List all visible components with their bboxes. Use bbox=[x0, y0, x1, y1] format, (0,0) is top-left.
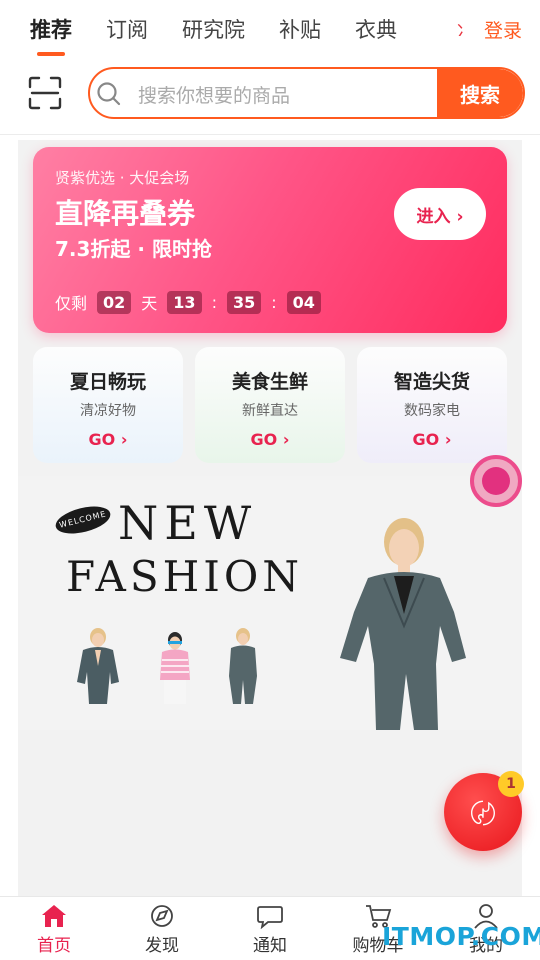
fashion-banner[interactable]: WELCOME NEW FASHION bbox=[18, 476, 522, 730]
nav-home[interactable]: 首页 bbox=[19, 903, 89, 956]
card-title: 夏日畅玩 bbox=[69, 371, 146, 393]
tab-overflow-peek: 冫 bbox=[456, 18, 464, 36]
countdown-separator: : bbox=[271, 292, 277, 312]
model-figure-pink-top bbox=[160, 632, 190, 704]
tab-subsidy[interactable]: 补贴 bbox=[279, 14, 321, 44]
tab-institute[interactable]: 研究院 bbox=[182, 14, 245, 44]
promo-title: 直降再叠券 bbox=[55, 197, 196, 230]
countdown-label: 仅剩 bbox=[55, 294, 88, 313]
tab-recommend[interactable]: 推荐 bbox=[30, 14, 72, 44]
search-icon bbox=[97, 82, 121, 106]
tab-subscribe[interactable]: 订阅 bbox=[106, 14, 148, 44]
search-button[interactable]: 搜索 bbox=[437, 69, 523, 117]
welcome-badge: WELCOME bbox=[52, 501, 114, 539]
countdown-days: 02 bbox=[97, 290, 132, 314]
nav-notifications[interactable]: 通知 bbox=[235, 903, 305, 956]
countdown-day-unit: 天 bbox=[141, 294, 158, 313]
category-card-tech[interactable]: 智造尖货 数码家电 GO › bbox=[357, 347, 507, 463]
card-go-link[interactable]: GO › bbox=[195, 430, 345, 449]
card-go-link[interactable]: GO › bbox=[33, 430, 183, 449]
chat-icon: 〄 bbox=[469, 799, 496, 830]
scan-icon[interactable] bbox=[28, 76, 62, 110]
promo-banner[interactable]: 贤紫优选 · 大促会场 直降再叠券 7.3折起 · 限时抢 进入 › 仅剩 02… bbox=[33, 147, 507, 333]
card-subtitle: 清凉好物 bbox=[80, 403, 136, 419]
header-divider bbox=[0, 134, 540, 135]
card-go-link[interactable]: GO › bbox=[357, 430, 507, 449]
nav-label: 发现 bbox=[145, 936, 179, 956]
home-icon bbox=[42, 905, 66, 927]
login-link[interactable]: 登录 bbox=[484, 16, 522, 43]
banner-heading-new: NEW bbox=[118, 496, 258, 550]
countdown-separator: : bbox=[211, 292, 217, 312]
model-figure-blazer bbox=[77, 628, 119, 704]
search-input[interactable]: 搜索你想要的商品 bbox=[138, 81, 290, 108]
chat-unread-badge: 1 bbox=[498, 771, 524, 797]
floating-record-button[interactable] bbox=[470, 455, 522, 507]
promo-subtitle: 贤紫优选 · 大促会场 bbox=[55, 169, 190, 187]
model-figure-suit bbox=[229, 628, 257, 704]
countdown-minutes: 35 bbox=[226, 290, 262, 314]
category-card-food[interactable]: 美食生鲜 新鲜直达 GO › bbox=[195, 347, 345, 463]
watermark-logo: ITMOP.COM bbox=[382, 922, 540, 951]
nav-label: 通知 bbox=[253, 936, 287, 956]
countdown-seconds: 04 bbox=[286, 290, 321, 314]
promo-enter-button[interactable]: 进入 › bbox=[394, 188, 486, 240]
card-title: 美食生鲜 bbox=[231, 371, 308, 393]
nav-discover[interactable]: 发现 bbox=[127, 903, 197, 956]
model-figure-large bbox=[340, 518, 466, 730]
card-subtitle: 数码家电 bbox=[404, 403, 460, 419]
countdown: 仅剩 02 天 13 : 35 : 04 bbox=[55, 290, 321, 314]
category-card-summer[interactable]: 夏日畅玩 清凉好物 GO › bbox=[33, 347, 183, 463]
tab-clothing[interactable]: 衣典 bbox=[355, 14, 397, 44]
message-icon bbox=[257, 906, 283, 929]
promo-discount: 7.3折起 · 限时抢 bbox=[55, 237, 212, 261]
search-bar[interactable]: 搜索你想要的商品 搜索 bbox=[88, 67, 525, 119]
card-title: 智造尖货 bbox=[393, 371, 470, 393]
discover-icon bbox=[151, 905, 173, 927]
card-subtitle: 新鲜直达 bbox=[242, 403, 298, 419]
banner-heading-fashion: FASHION bbox=[66, 552, 303, 601]
record-dot-icon bbox=[482, 467, 510, 495]
nav-label: 首页 bbox=[37, 936, 71, 956]
countdown-hours: 13 bbox=[167, 290, 202, 314]
